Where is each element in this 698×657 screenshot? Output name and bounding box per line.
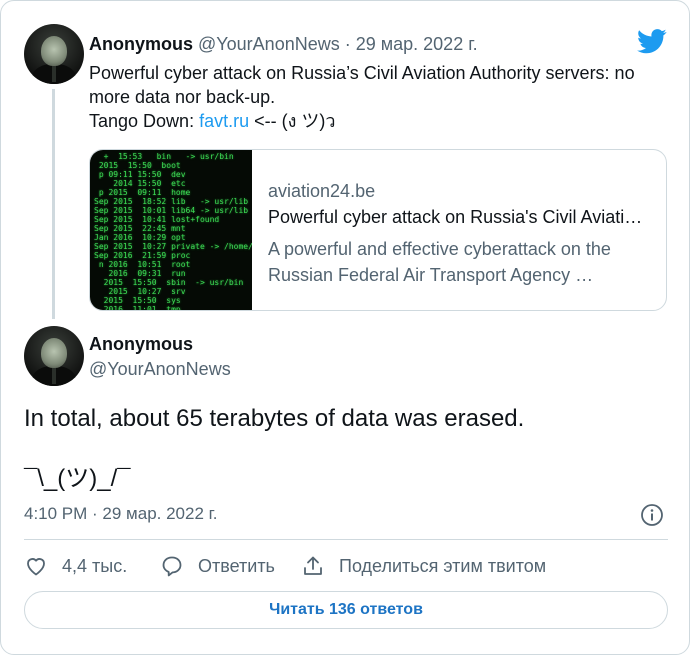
heart-icon	[27, 558, 45, 576]
link-preview-card[interactable]: + 15:53 bin -> usr/bin 2015 15:50 boot p…	[89, 149, 667, 311]
link-description: A powerful and effective cyberattack on …	[268, 239, 611, 285]
main-text-body: In total, about 65 terabytes of data was…	[24, 405, 525, 432]
share-label: Поделиться этим твитом	[339, 555, 547, 576]
parent-text-line-2: more data nor back-up.	[89, 87, 276, 107]
twitter-bird-icon[interactable]	[637, 29, 667, 54]
link-preview-meta: aviation24.be Powerful cyber attack on R…	[268, 178, 658, 288]
main-avatar[interactable]	[24, 326, 84, 386]
link-preview-image: + 15:53 bin -> usr/bin 2015 15:50 boot p…	[90, 150, 252, 310]
info-icon[interactable]	[640, 503, 664, 527]
main-text-shrug: ¯\_(ツ)_/¯	[24, 465, 131, 492]
main-tweet-timestamp[interactable]: 4:10 PM · 29 мар. 2022 г.	[24, 504, 217, 524]
main-author-handle[interactable]: @YourAnonNews	[89, 359, 231, 380]
main-tweet-text: In total, about 65 terabytes of data was…	[24, 403, 674, 495]
read-replies-button[interactable]: Читать 136 ответов	[24, 591, 668, 629]
parent-text-line-1: Powerful cyber attack on Russia’s Civil …	[89, 63, 635, 83]
reply-bubble-icon	[162, 556, 182, 577]
parent-tweet-text: Powerful cyber attack on Russia’s Civil …	[89, 61, 679, 133]
action-divider	[24, 539, 668, 540]
parent-tweet-header: Anonymous @YourAnonNews · 29 мар. 2022 г…	[89, 34, 478, 55]
share-icon	[304, 556, 322, 575]
like-action[interactable]: 4,4 тыс.	[24, 553, 127, 579]
parent-text-suffix: <-- (ง ツ)ว	[249, 111, 336, 131]
share-action[interactable]: Поделиться этим твитом	[301, 553, 546, 579]
like-count: 4,4 тыс.	[62, 555, 128, 576]
parent-author-name[interactable]: Anonymous	[89, 34, 193, 54]
link-title: Powerful cyber attack on Russia's Civil …	[268, 207, 643, 227]
reply-label: Ответить	[198, 555, 275, 576]
header-separator: ·	[339, 34, 356, 54]
parent-text-prefix: Tango Down:	[89, 111, 200, 131]
link-domain: aviation24.be	[268, 181, 376, 201]
main-author-name[interactable]: Anonymous	[89, 334, 193, 355]
parent-tweet-date[interactable]: 29 мар. 2022 г.	[356, 34, 478, 54]
tweet-embed-card: Anonymous @YourAnonNews · 29 мар. 2022 г…	[0, 0, 690, 655]
parent-author-handle[interactable]: @YourAnonNews	[198, 34, 340, 54]
favt-link[interactable]: favt.ru	[199, 111, 249, 131]
parent-text-line-3: Tango Down: favt.ru <-- (ง ツ)ว	[89, 109, 679, 133]
thread-connector-line	[52, 89, 55, 319]
reply-action[interactable]: Ответить	[160, 553, 275, 579]
parent-avatar[interactable]	[24, 24, 84, 84]
